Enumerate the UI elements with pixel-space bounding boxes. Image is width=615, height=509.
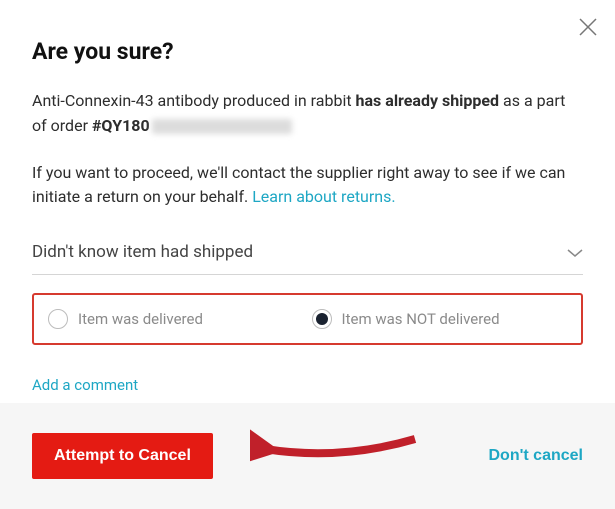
chevron-down-icon (567, 243, 583, 262)
add-comment-link[interactable]: Add a comment (32, 376, 138, 394)
close-icon[interactable] (579, 18, 597, 36)
proceed-message: If you want to proceed, we'll contact th… (32, 161, 583, 211)
learn-about-returns-link[interactable]: Learn about returns. (252, 187, 395, 206)
cancel-modal: Are you sure? Anti-Connexin-43 antibody … (0, 0, 615, 509)
attempt-to-cancel-button[interactable]: Attempt to Cancel (32, 433, 213, 479)
dont-cancel-button[interactable]: Don't cancel (489, 447, 584, 465)
radio-label: Item was delivered (78, 310, 203, 328)
radio-item-not-delivered[interactable]: Item was NOT delivered (308, 307, 572, 331)
shipped-message: Anti-Connexin-43 antibody produced in ra… (32, 89, 583, 139)
modal-title: Are you sure? (32, 38, 583, 65)
reason-select[interactable]: Didn't know item had shipped (32, 232, 583, 275)
delivery-status-group: Item was delivered Item was NOT delivere… (32, 293, 583, 345)
radio-icon (312, 309, 332, 329)
radio-item-delivered[interactable]: Item was delivered (44, 307, 308, 331)
order-number: #QY180 (92, 116, 150, 135)
radio-icon (48, 309, 68, 329)
redacted-text (152, 119, 292, 134)
modal-footer: Attempt to Cancel Don't cancel (0, 403, 615, 509)
text: Anti-Connexin-43 antibody produced in ra… (32, 91, 356, 110)
radio-label: Item was NOT delivered (342, 310, 500, 328)
reason-select-value: Didn't know item had shipped (32, 242, 253, 262)
modal-content: Are you sure? Anti-Connexin-43 antibody … (0, 0, 615, 394)
text-bold: has already shipped (356, 91, 500, 110)
